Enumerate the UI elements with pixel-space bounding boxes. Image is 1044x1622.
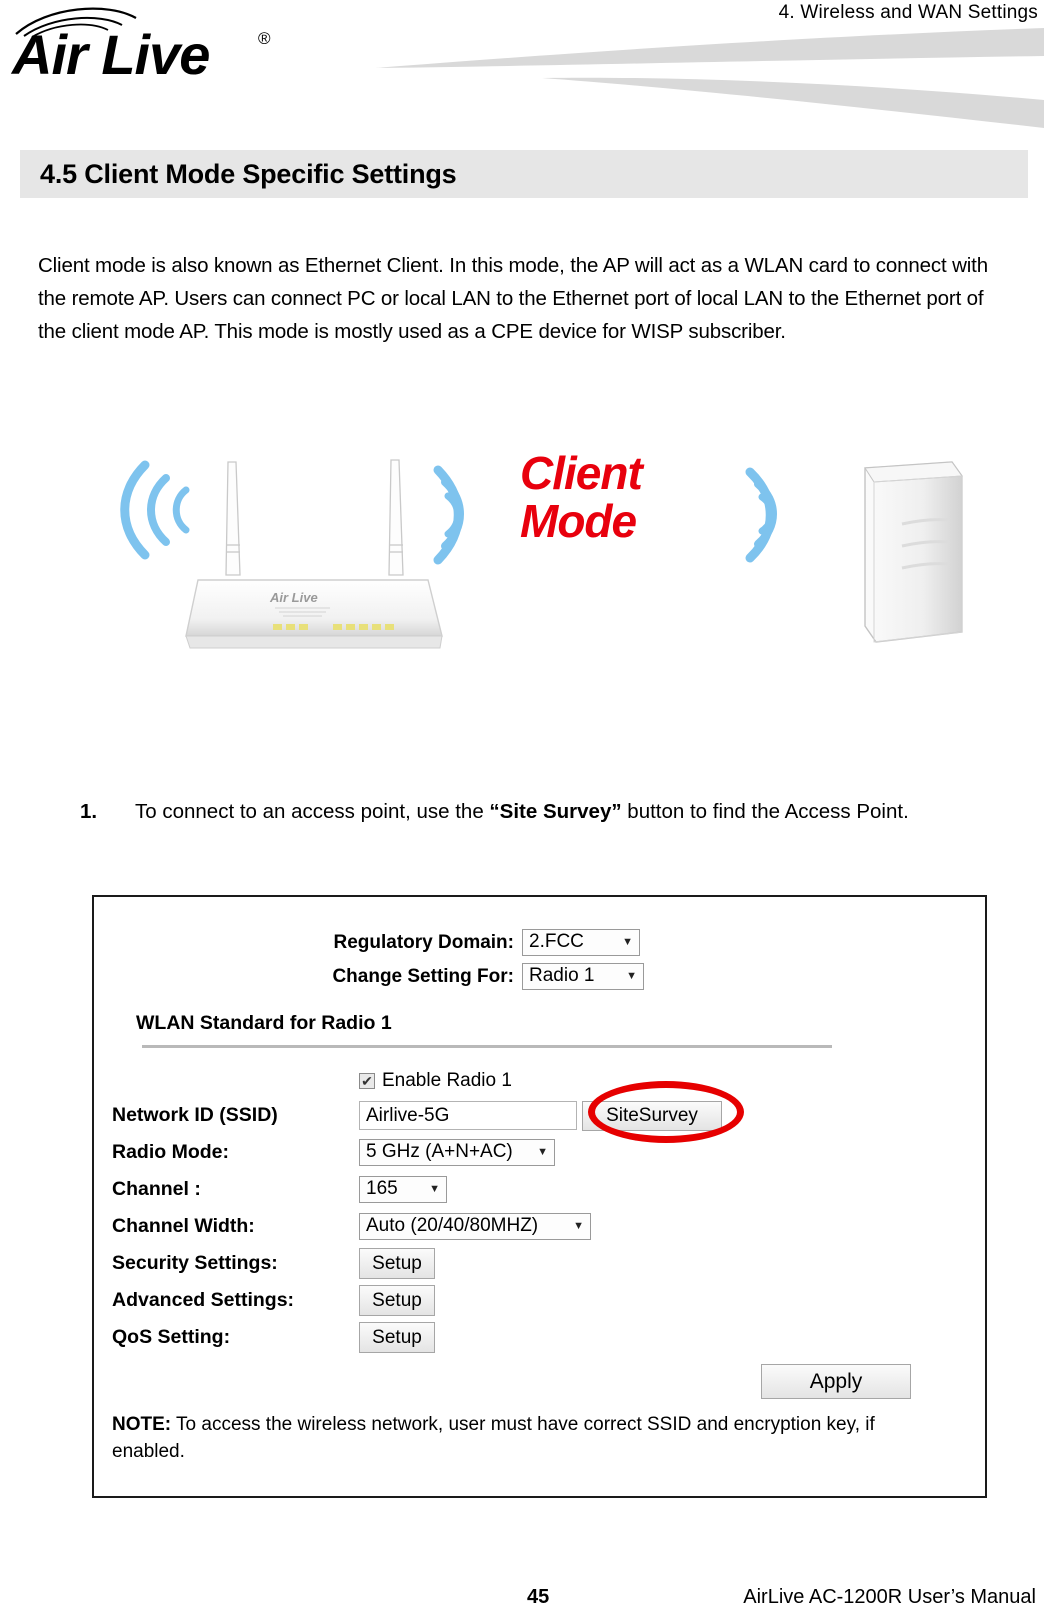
qos-setting-label: QoS Setting: (112, 1326, 231, 1348)
change-setting-for-label: Change Setting For: (332, 965, 514, 987)
regulatory-domain-label: Regulatory Domain: (333, 931, 514, 953)
svg-text:®: ® (258, 29, 271, 48)
step-text: To connect to an access point, use the “… (135, 795, 1010, 828)
channel-width-label: Channel Width: (112, 1215, 255, 1237)
header-swoosh-decoration (350, 22, 1044, 128)
advanced-settings-setup-button[interactable]: Setup (359, 1285, 435, 1316)
channel-width-select[interactable]: Auto (20/40/80MHZ) ▼ (359, 1213, 591, 1240)
checkmark-icon: ✔ (361, 1073, 373, 1089)
svg-text:Air Live: Air Live (10, 23, 209, 86)
security-settings-setup-button[interactable]: Setup (359, 1248, 435, 1279)
qos-setting-setup-button[interactable]: Setup (359, 1322, 435, 1353)
airlive-logo: Air Live ® (8, 4, 298, 96)
top-settings-group: Regulatory Domain: 2.FCC ▼ Change Settin… (94, 929, 985, 997)
radio-mode-label: Radio Mode: (112, 1141, 229, 1163)
channel-width-row: Channel Width: Auto (20/40/80MHZ) ▼ (94, 1208, 985, 1245)
diagram-caption-client: Client (520, 447, 643, 499)
channel-select[interactable]: 165 ▼ (359, 1176, 447, 1203)
section-title-bar: 4.5 Client Mode Specific Settings (20, 150, 1028, 198)
enable-radio-checkbox[interactable]: ✔ (359, 1073, 375, 1089)
regulatory-domain-select[interactable]: 2.FCC ▼ (522, 929, 640, 956)
channel-value: 165 (366, 1178, 398, 1199)
change-setting-for-row: Change Setting For: Radio 1 ▼ (94, 963, 985, 990)
change-setting-for-value: Radio 1 (529, 965, 595, 986)
enable-radio-row: ✔ Enable Radio 1 (94, 1065, 985, 1097)
network-id-label: Network ID (SSID) (112, 1104, 278, 1126)
note-text: NOTE: To access the wireless network, us… (112, 1411, 952, 1465)
chevron-down-icon: ▼ (537, 1145, 548, 1158)
footer-manual-title: AirLive AC-1200R User’s Manual (743, 1586, 1036, 1608)
security-settings-row: Security Settings: Setup (94, 1245, 985, 1282)
advanced-settings-label: Advanced Settings: (112, 1289, 295, 1311)
note-body: To access the wireless network, user mus… (112, 1414, 875, 1462)
client-mode-diagram: Air Live Client Mode (90, 420, 990, 670)
chevron-down-icon: ▼ (626, 969, 637, 982)
chapter-title: 4. Wireless and WAN Settings (778, 2, 1038, 23)
step-text-before: To connect to an access point, use the (135, 800, 490, 823)
network-id-input[interactable]: Airlive-5G (359, 1101, 577, 1130)
channel-width-value: Auto (20/40/80MHZ) (366, 1215, 539, 1236)
footer-page-number: 45 (527, 1586, 550, 1608)
diagram-caption-mode: Mode (520, 495, 637, 547)
site-survey-button[interactable]: SiteSurvey (582, 1100, 722, 1131)
advanced-settings-row: Advanced Settings: Setup (94, 1282, 985, 1319)
step-text-after: button to find the Access Point. (621, 800, 909, 823)
step-number: 1. (80, 800, 98, 823)
note-prefix: NOTE: (112, 1414, 172, 1435)
section-divider (142, 1045, 832, 1048)
radio-mode-value: 5 GHz (A+N+AC) (366, 1141, 513, 1162)
channel-label: Channel : (112, 1178, 201, 1200)
regulatory-domain-value: 2.FCC (529, 931, 584, 952)
step-text-bold: “Site Survey” (489, 800, 622, 823)
page-title: 4.5 Client Mode Specific Settings (40, 158, 457, 189)
apply-button[interactable]: Apply (761, 1364, 911, 1399)
enable-radio-label: Enable Radio 1 (382, 1070, 512, 1091)
radio-mode-select[interactable]: 5 GHz (A+N+AC) ▼ (359, 1139, 555, 1166)
intro-paragraph: Client mode is also known as Ethernet Cl… (38, 253, 988, 343)
radio-mode-row: Radio Mode: 5 GHz (A+N+AC) ▼ (94, 1134, 985, 1171)
security-settings-label: Security Settings: (112, 1252, 278, 1274)
wireless-settings-screenshot: Regulatory Domain: 2.FCC ▼ Change Settin… (92, 895, 987, 1498)
page-header: 4. Wireless and WAN Settings Air Live ® (0, 0, 1044, 128)
chevron-down-icon: ▼ (573, 1219, 584, 1232)
network-id-control: Airlive-5G SiteSurvey (359, 1100, 722, 1131)
wlan-standard-heading: WLAN Standard for Radio 1 (136, 1012, 392, 1034)
step-list-item: 1. To connect to an access point, use th… (80, 795, 1010, 828)
svg-text:Air Live: Air Live (269, 590, 318, 605)
network-id-row: Network ID (SSID) Airlive-5G SiteSurvey (94, 1097, 985, 1134)
chevron-down-icon: ▼ (622, 935, 633, 948)
channel-row: Channel : 165 ▼ (94, 1171, 985, 1208)
chevron-down-icon: ▼ (429, 1182, 440, 1195)
regulatory-domain-row: Regulatory Domain: 2.FCC ▼ (94, 929, 985, 956)
change-setting-for-select[interactable]: Radio 1 ▼ (522, 963, 644, 990)
qos-setting-row: QoS Setting: Setup (94, 1319, 985, 1356)
radio-settings-form: ✔ Enable Radio 1 Network ID (SSID) Airli… (94, 1065, 985, 1356)
